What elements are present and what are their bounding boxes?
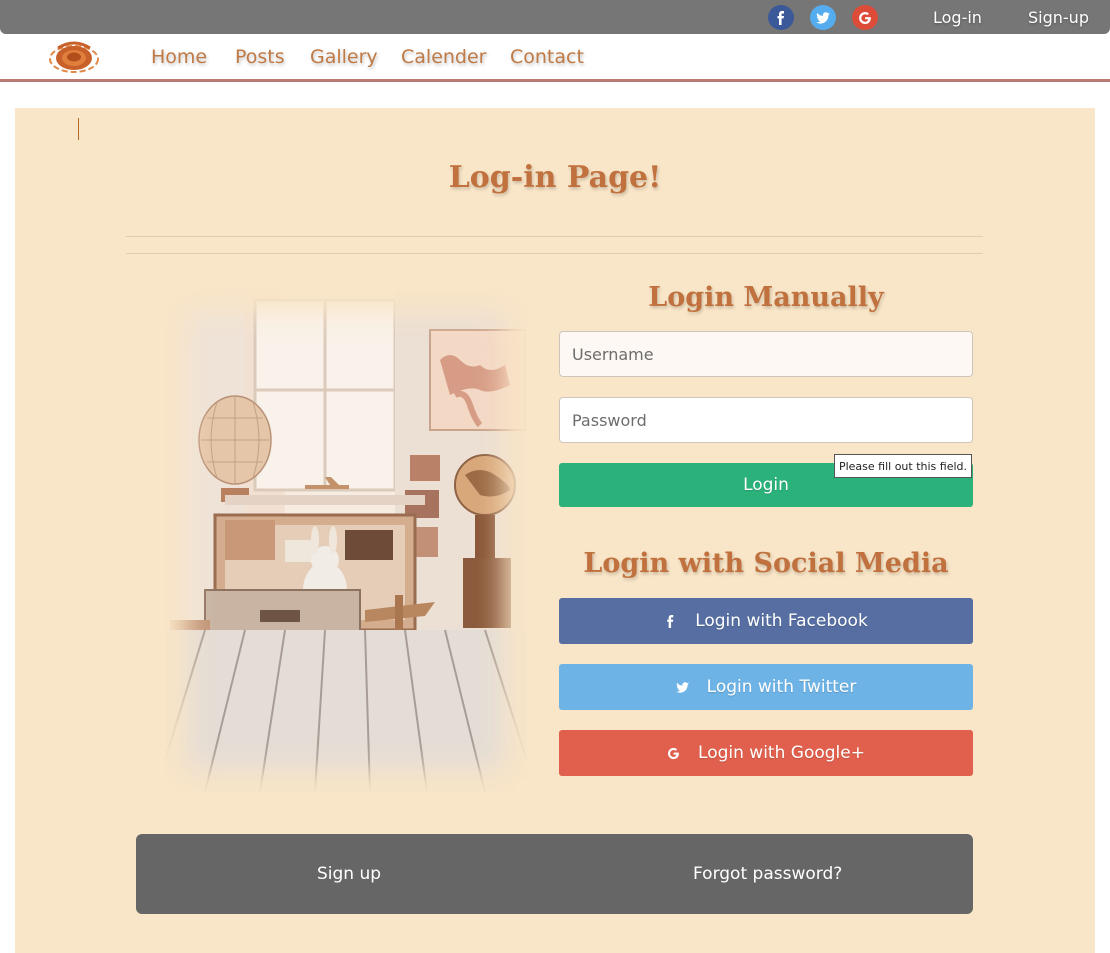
google-login-label: Login with Google+ — [698, 743, 865, 763]
twitter-login-button[interactable]: Login with Twitter — [559, 664, 973, 710]
logo-icon[interactable] — [46, 39, 102, 75]
nav-gallery[interactable]: Gallery — [310, 46, 378, 68]
social-login-heading: Login with Social Media — [583, 548, 949, 579]
login-panel: Log-in Page! Login Manually Username Log… — [15, 108, 1095, 953]
navbar: Home Posts Gallery Calender Contact — [0, 34, 1110, 82]
divider — [126, 253, 983, 254]
signup-footer-link[interactable]: Sign up — [317, 864, 381, 884]
twitter-icon[interactable] — [810, 5, 836, 30]
twitter-login-label: Login with Twitter — [706, 677, 857, 697]
google-icon[interactable] — [852, 5, 878, 30]
divider — [126, 236, 983, 237]
login-manually-heading: Login Manually — [648, 282, 884, 313]
facebook-icon — [667, 614, 674, 628]
password-input[interactable] — [559, 397, 973, 443]
signup-link[interactable]: Sign-up — [1028, 8, 1089, 27]
facebook-login-label: Login with Facebook — [695, 611, 868, 631]
validation-tooltip: Please fill out this field. — [834, 454, 972, 478]
username-input[interactable] — [559, 331, 973, 377]
login-link[interactable]: Log-in — [933, 8, 982, 27]
nav-home[interactable]: Home — [151, 46, 207, 68]
nav-posts[interactable]: Posts — [235, 46, 285, 68]
vintage-room-photo — [164, 290, 528, 793]
twitter-icon — [675, 681, 689, 693]
nav-contact[interactable]: Contact — [510, 46, 584, 68]
footer-links-bar: Sign up Forgot password? — [136, 834, 973, 914]
facebook-icon[interactable] — [768, 5, 794, 30]
page-title: Log-in Page! — [448, 160, 662, 195]
top-bar: Log-in Sign-up — [0, 0, 1110, 34]
nav-calender[interactable]: Calender — [401, 46, 486, 68]
google-icon — [668, 747, 679, 759]
google-login-button[interactable]: Login with Google+ — [559, 730, 973, 776]
facebook-login-button[interactable]: Login with Facebook — [559, 598, 973, 644]
text-cursor — [78, 118, 79, 140]
forgot-password-link[interactable]: Forgot password? — [693, 864, 842, 884]
